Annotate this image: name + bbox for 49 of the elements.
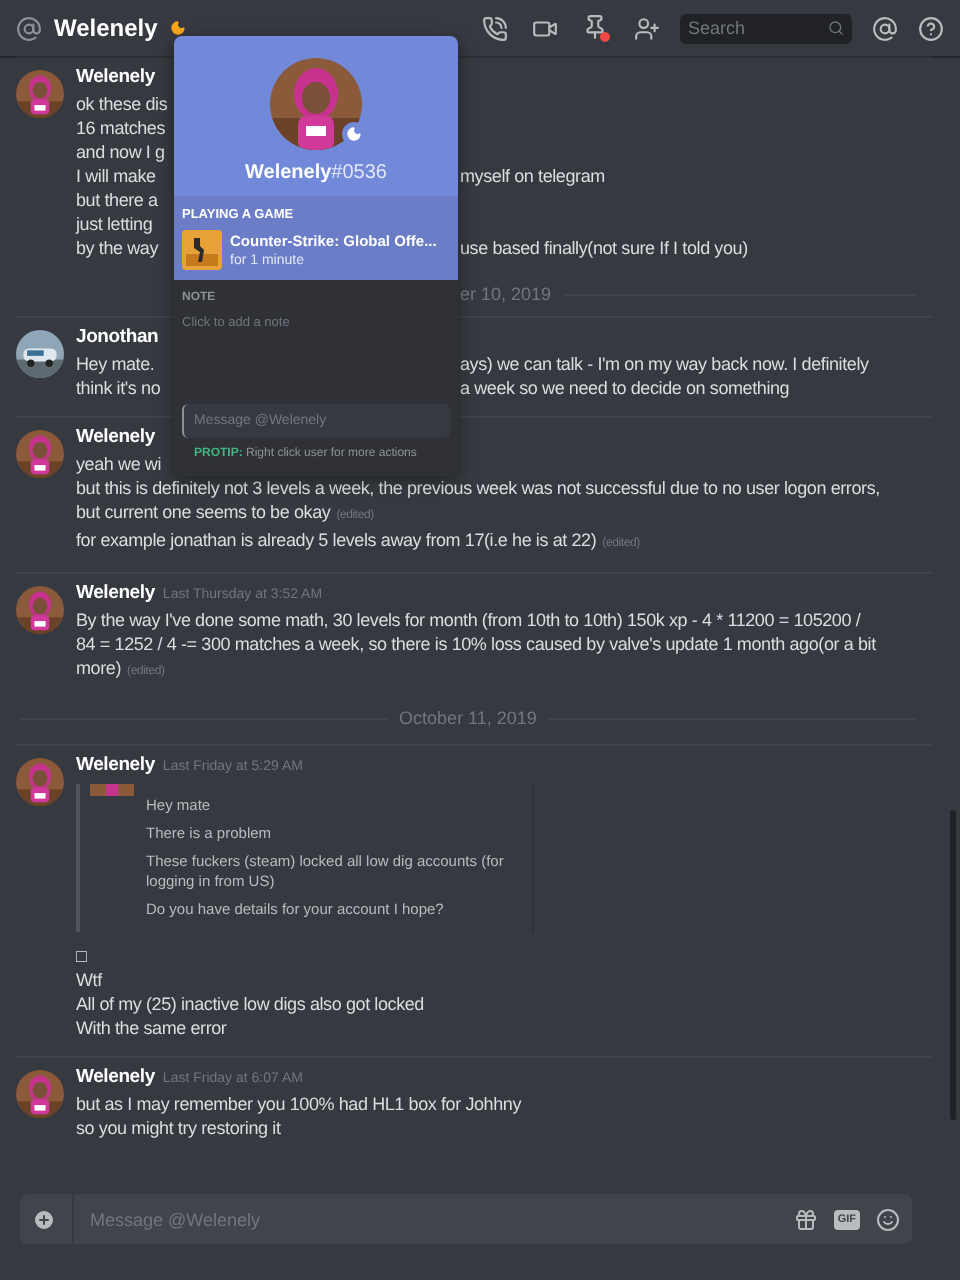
author-name[interactable]: Welenely xyxy=(76,1066,155,1088)
message-text: yeah we wi xyxy=(76,454,162,474)
message-text: ok these dis xyxy=(76,94,168,114)
gift-icon[interactable] xyxy=(793,1207,818,1231)
message-text: Hey mate. xyxy=(76,352,157,376)
message-text: ays) we can talk - I'm on my way back now. I definitely xyxy=(460,352,871,376)
message-text: but as I may remember you 100% had HL1 box for Johhny xyxy=(76,1094,522,1114)
message-text: more) xyxy=(76,658,122,678)
help-icon[interactable] xyxy=(918,15,944,41)
date-divider: er 10, 2019 xyxy=(460,284,552,304)
search-icon xyxy=(828,20,844,36)
at-icon xyxy=(16,15,42,41)
message-text: I will make xyxy=(76,164,158,188)
message-text: With the same error xyxy=(76,1018,227,1038)
game-icon xyxy=(182,230,222,270)
date-divider: October 11, 2019 xyxy=(399,708,537,728)
message-text: but current one seems to be okay xyxy=(76,502,331,522)
message-text: All of my (25) inactive low digs also got locked xyxy=(76,994,424,1014)
message-text: Wtf xyxy=(76,970,102,990)
message-text: 16 matches xyxy=(76,118,166,138)
message-text: □ xyxy=(76,946,87,966)
channel-title: Welenely xyxy=(54,14,158,42)
add-friend-icon[interactable] xyxy=(634,15,660,41)
author-name[interactable]: Welenely xyxy=(76,426,155,448)
message-text: for example jonathan is already 5 levels away from 17(i.e he is at 22) xyxy=(76,530,597,550)
message-text: use based finally(not sure If I told you) xyxy=(460,236,750,260)
message-text: by the way xyxy=(76,236,161,260)
pin-icon[interactable] xyxy=(582,14,610,42)
video-icon[interactable] xyxy=(532,15,558,41)
message-text: By the way I've done some math, 30 levels for month (from 10th to 10th) 150k xp - 4 * 11200 = 105200 / xyxy=(76,610,861,630)
message-text: a week so we need to decide on something xyxy=(460,376,792,400)
message-text: but there a xyxy=(76,190,158,210)
author-name[interactable]: Welenely xyxy=(76,582,155,604)
search-field[interactable]: Search xyxy=(680,13,852,43)
username: Welenely#0536 xyxy=(245,162,387,184)
message-text: think it's no xyxy=(76,376,163,400)
add-icon[interactable] xyxy=(32,1207,56,1231)
mentions-icon[interactable] xyxy=(872,15,898,41)
author-name[interactable]: Welenely xyxy=(76,66,155,88)
call-icon[interactable] xyxy=(482,15,508,41)
message-text: so you might try restoring it xyxy=(76,1118,281,1138)
message-text: myself on telegram xyxy=(460,164,607,188)
message-text: and now I g xyxy=(76,142,165,162)
author-name[interactable]: Welenely xyxy=(76,754,155,776)
author-name[interactable]: Jonothan xyxy=(76,326,159,348)
message-text: but this is definitely not 3 levels a week, the previous week was not successful due to no user logon errors, xyxy=(76,478,880,498)
emoji-icon[interactable] xyxy=(876,1207,900,1231)
message-text: just letting xyxy=(76,214,153,234)
message-text: 84 = 1252 / 4 -= 300 matches a week, so there is 10% loss caused by valve's update 1 month ago(or a bit xyxy=(76,634,876,654)
